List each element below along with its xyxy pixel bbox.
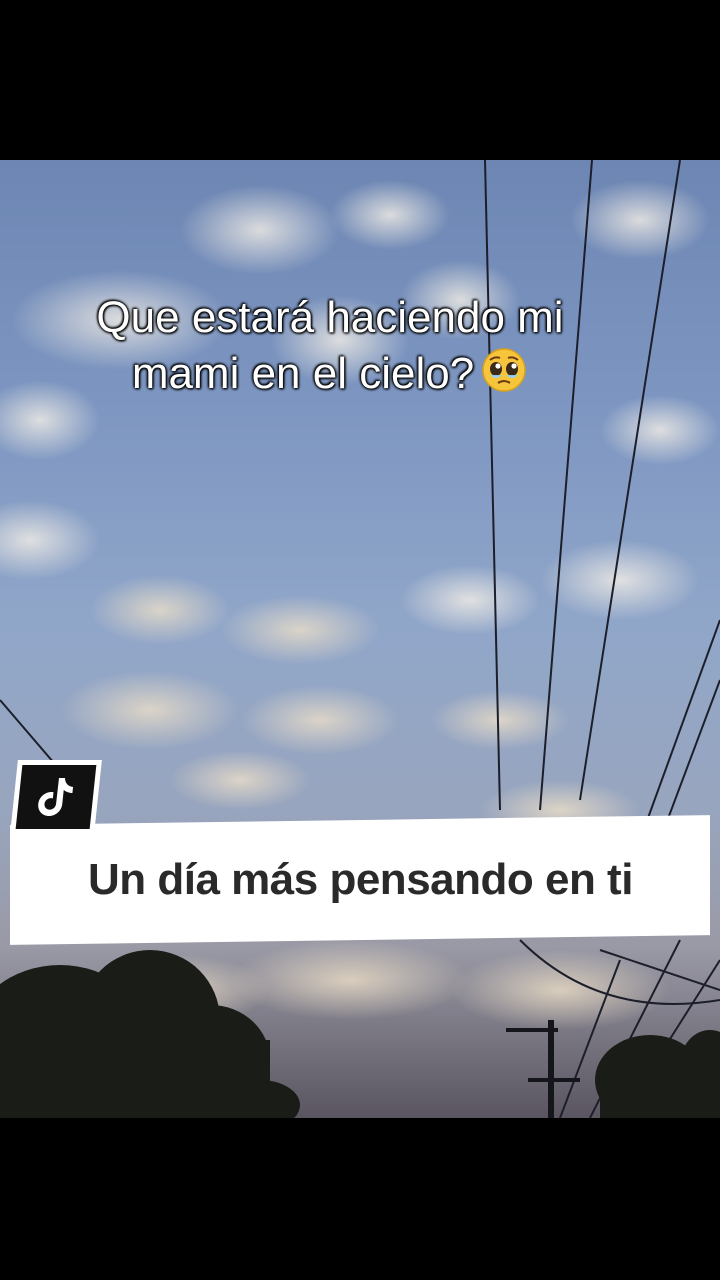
caption-line-2: mami en el cielo? xyxy=(40,346,620,402)
pleading-face-emoji-icon xyxy=(482,348,526,392)
text-banner: Un día más pensando en ti xyxy=(10,815,710,945)
tiktok-badge-inner xyxy=(15,765,97,829)
top-letterbox xyxy=(0,0,720,160)
utility-pole xyxy=(506,1020,580,1118)
banner-text: Un día más pensando en ti xyxy=(87,855,633,904)
bottom-letterbox xyxy=(0,1118,720,1280)
caption-line-2-text: mami en el cielo? xyxy=(131,349,475,398)
video-caption: Que estará haciendo mi mami en el cielo? xyxy=(40,290,620,402)
caption-line-1: Que estará haciendo mi xyxy=(96,293,564,342)
tiktok-logo-icon xyxy=(38,778,74,816)
tiktok-badge[interactable] xyxy=(10,760,102,834)
